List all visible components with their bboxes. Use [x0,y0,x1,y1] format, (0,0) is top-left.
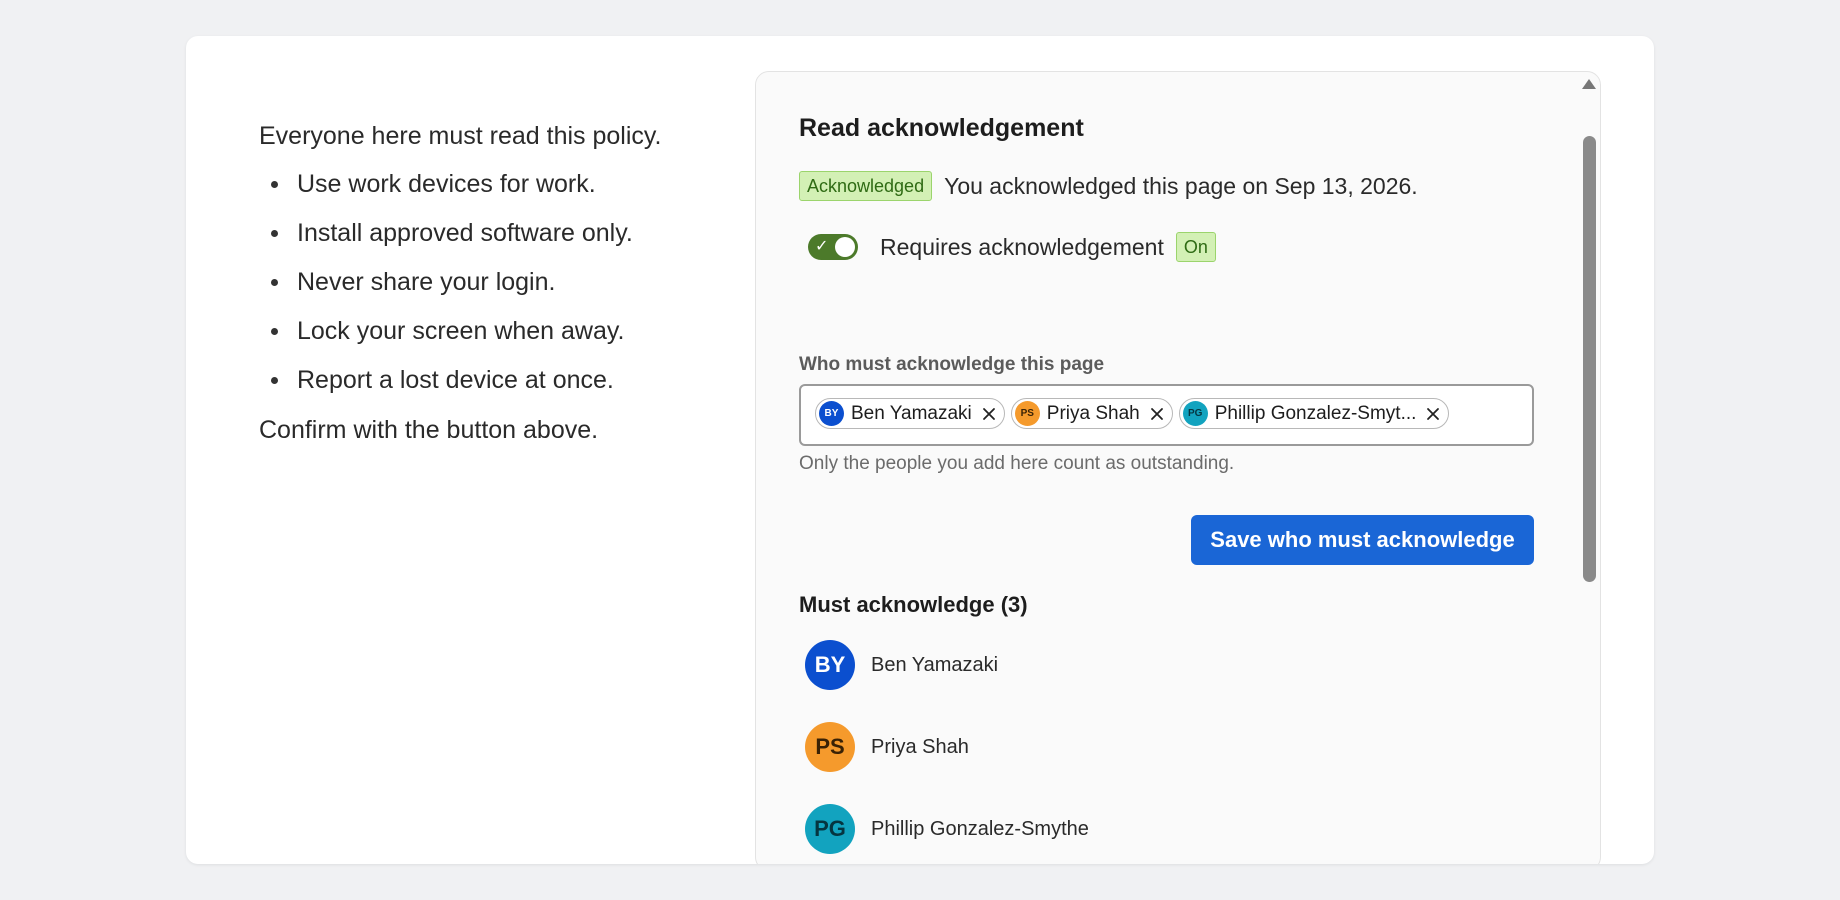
must-acknowledge-heading: Must acknowledge (3) [799,592,1028,617]
person-name: Phillip Gonzalez-Smythe [871,817,1089,840]
person-chip: BY Ben Yamazaki [815,398,1005,429]
check-icon: ✓ [815,238,829,255]
chip-avatar: PG [1182,401,1208,426]
list-item: PS Priya Shah [805,722,1089,772]
person-chip: PG Phillip Gonzalez-Smyt... [1178,398,1450,429]
helper-text: Only the people you add here count as ou… [799,453,1235,474]
avatar: PS [805,722,855,772]
toggle-label: Requires acknowledgement [880,233,1164,260]
list-item: PG Phillip Gonzalez-Smythe [805,804,1089,854]
people-search-input[interactable] [815,433,1215,444]
toggle-knob [835,237,855,257]
status-badge: Acknowledged [799,171,933,201]
close-icon[interactable] [980,405,998,423]
requires-acknowledgement-row: ✓ Requires acknowledgement On [808,232,1216,262]
chip-avatar: PS [1014,401,1040,426]
list-item: BY Ben Yamazaki [805,640,1089,690]
chip-avatar: BY [819,401,844,426]
policy-bullet: Report a lost device at once. [259,364,729,396]
acknowledgement-status: Acknowledged You acknowledged this page … [799,171,1418,201]
avatar: BY [805,640,855,690]
policy-article: Everyone here must read this policy. Use… [259,120,729,446]
policy-bullet: Lock your screen when away. [259,315,729,347]
avatar: PG [805,804,855,854]
page-card: Everyone here must read this policy. Use… [186,36,1654,864]
read-acknowledgement-panel: Read acknowledgement Acknowledged You ac… [755,71,1601,864]
chip-name: Ben Yamazaki [851,402,972,424]
panel-title: Read acknowledgement [799,114,1084,142]
field-label: Who must acknowledge this page [799,354,1105,375]
scrollbar-thumb[interactable] [1583,136,1596,582]
policy-outro: Confirm with the button above. [259,416,599,444]
chip-name: Priya Shah [1046,402,1140,424]
policy-intro: Everyone here must read this policy. [259,122,662,150]
policy-bullet: Use work devices for work. [259,168,729,200]
person-name: Ben Yamazaki [871,653,999,676]
chip-list: BY Ben Yamazaki PS Priya Shah PG Phillip… [815,398,1532,429]
close-icon[interactable] [1148,405,1166,423]
people-picker[interactable]: BY Ben Yamazaki PS Priya Shah PG Phillip… [799,384,1534,446]
must-acknowledge-list: BY Ben Yamazaki PS Priya Shah PG Phillip… [805,640,1089,864]
policy-bullet: Install approved software only. [259,217,729,249]
chip-name: Phillip Gonzalez-Smyt... [1214,402,1417,424]
person-chip: PS Priya Shah [1010,398,1173,429]
save-who-must-acknowledge-button[interactable]: Save who must acknowledge [1191,515,1534,565]
person-name: Priya Shah [871,735,969,758]
close-icon[interactable] [1424,405,1442,423]
arrow-up-icon[interactable] [1582,79,1596,89]
toggle-state-badge: On [1175,232,1216,262]
panel-scrollbar[interactable] [1578,72,1600,864]
requires-acknowledgement-toggle[interactable]: ✓ [808,234,858,260]
policy-list: Use work devices for work. Install appro… [259,168,729,396]
policy-bullet: Never share your login. [259,266,729,298]
status-text: You acknowledged this page on Sep 13, 20… [944,172,1418,199]
